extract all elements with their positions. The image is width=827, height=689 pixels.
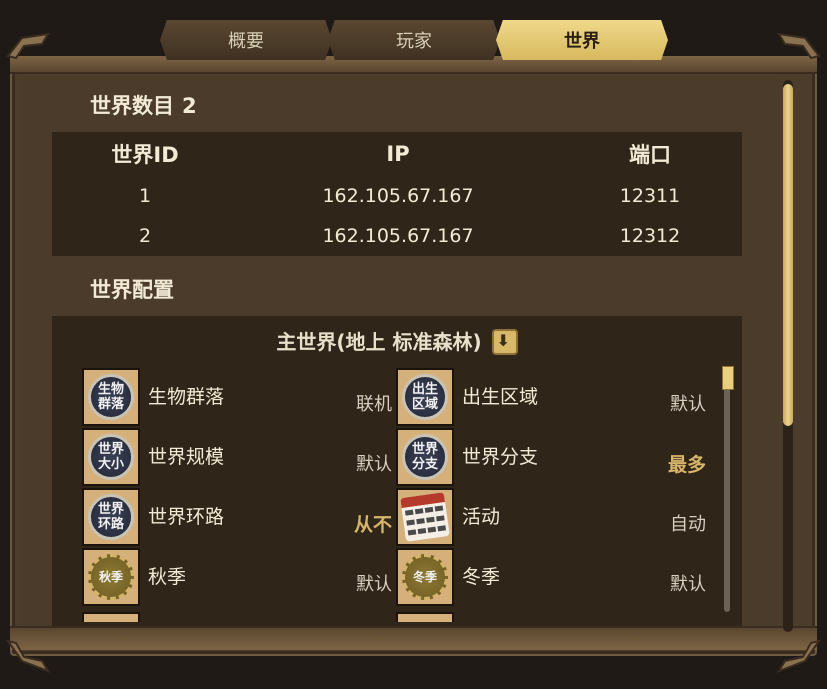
tab-players[interactable]: 玩家 [328,20,500,60]
spawn-area-icon: 出生 区域 [396,368,454,426]
world-config-subtitle: 主世界(地上 标准森林) [52,326,742,357]
cell-world-id: 2 [138,225,152,247]
option-label: 活动 [462,506,501,528]
world-count-heading: 世界数目 2 [90,90,197,120]
world-config-box: 主世界(地上 标准森林) 生物群落 生物群落 联机 出生区域 出生区域 默认 世… [52,316,742,626]
panel-scroll-thumb[interactable] [783,84,793,426]
download-icon[interactable] [491,328,518,355]
column-header-ip: IP [386,142,410,166]
world-shard-title: 主世界(地上 标准森林) [276,330,482,354]
option-next-partial [82,612,392,622]
option-world-branching[interactable]: 世界 分支 世界分支 最多 [396,428,706,486]
winter-icon: 冬季 [396,548,454,606]
calendar-icon [396,488,454,546]
option-value: 默认 [670,394,706,415]
world-count-value: 2 [182,94,197,118]
option-label: 世界分支 [462,446,539,468]
option-value: 默认 [356,454,392,475]
tab-overview[interactable]: 概要 [160,20,332,60]
world-config-heading: 世界配置 [90,278,174,302]
option-value: 联机 [356,394,392,415]
corner-ornament-icon [4,621,60,677]
autumn-icon: 秋季 [82,548,140,606]
config-scroll-track[interactable] [724,368,730,612]
option-label: 冬季 [462,566,501,588]
option-value: 默认 [670,574,706,595]
world-size-icon: 世界 大小 [82,428,140,486]
corner-ornament-icon [767,621,823,677]
option-value: 默认 [356,574,392,595]
cell-ip: 162.105.67.167 [322,225,474,247]
cell-world-id: 1 [138,185,152,207]
world-loops-icon: 世界 环路 [82,488,140,546]
config-scroll-thumb[interactable] [722,366,734,390]
frame-bottom-bar [10,626,817,650]
corner-ornament-icon [4,28,60,84]
table-row: 1 162.105.67.167 12311 [52,176,742,216]
option-label: 世界环路 [148,506,225,528]
tab-bar: 概要 玩家 世界 [160,20,668,60]
option-label: 出生区域 [462,386,539,408]
world-panel: 世界数目 2 世界ID IP 端口 1 162.105.67.167 12311 … [22,78,782,626]
column-header-world-id: 世界ID [111,143,179,167]
option-world-loops[interactable]: 世界 环路 世界环路 从不 [82,488,392,546]
cell-port: 12312 [619,225,681,247]
option-label: 秋季 [148,566,187,588]
option-autumn[interactable]: 秋季 秋季 默认 [82,548,392,606]
column-header-port: 端口 [629,143,671,167]
option-winter[interactable]: 冬季 冬季 默认 [396,548,706,606]
corner-ornament-icon [767,28,823,84]
option-label: 世界规模 [148,446,225,468]
cell-ip: 162.105.67.167 [322,185,474,207]
cell-port: 12311 [619,185,681,207]
option-next-partial [396,612,706,622]
option-value: 从不 [353,514,392,536]
option-value: 最多 [667,454,706,476]
tab-world[interactable]: 世界 [496,20,668,60]
world-count-label: 世界数目 [90,94,174,118]
option-biome[interactable]: 生物 群落 生物群落 联机 [82,368,392,426]
biome-icon: 生物 群落 [82,368,140,426]
option-spawn-area[interactable]: 出生 区域 出生区域 默认 [396,368,706,426]
option-events[interactable]: 活动 自动 [396,488,706,546]
option-label: 生物群落 [148,386,225,408]
world-ip-table: 世界ID IP 端口 1 162.105.67.167 12311 2 162.… [52,132,742,256]
option-value: 自动 [670,514,706,535]
table-row: 2 162.105.67.167 12312 [52,216,742,256]
world-branching-icon: 世界 分支 [396,428,454,486]
option-world-size[interactable]: 世界 大小 世界规模 默认 [82,428,392,486]
table-header-row: 世界ID IP 端口 [52,132,742,176]
